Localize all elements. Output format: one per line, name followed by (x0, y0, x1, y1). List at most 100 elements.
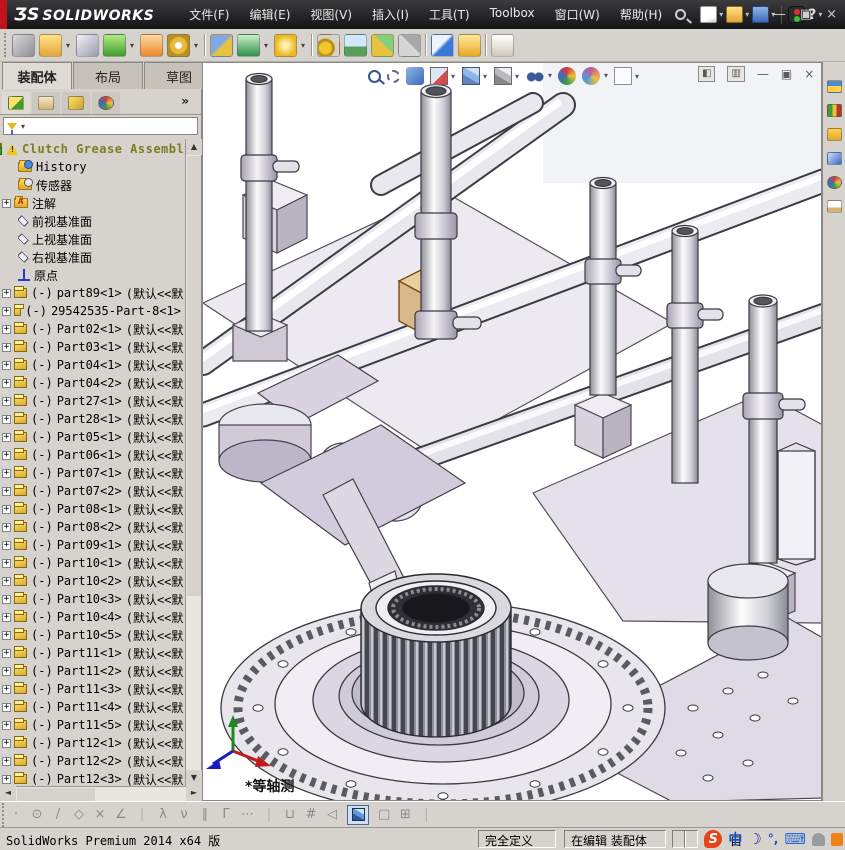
tree-part-row[interactable]: + (-) Part12<2> (默认<<默 (0, 752, 185, 770)
separator[interactable] (425, 34, 427, 56)
mate-icon[interactable] (76, 33, 99, 57)
expand-icon[interactable]: + (2, 450, 11, 460)
grid-snap-icon[interactable]: # (305, 807, 317, 822)
tree-top-plane-row[interactable]: 上视基准面 (18, 230, 185, 248)
ime-punctuation-toggle[interactable]: °, (768, 832, 779, 846)
expand-icon[interactable]: + (2, 540, 11, 550)
expand-icon[interactable]: + (2, 342, 11, 352)
viewport-layout-icon[interactable]: ⊞ (399, 807, 411, 822)
expand-icon[interactable]: + (2, 720, 11, 730)
expand-icon[interactable]: + (2, 504, 11, 514)
angle-snap-icon[interactable]: ◁ (326, 807, 338, 822)
assembly-features-icon[interactable] (274, 33, 305, 57)
pierce-relation-icon[interactable]: λ (157, 807, 169, 822)
separator[interactable]: | (420, 807, 432, 822)
separator[interactable]: | (263, 807, 275, 822)
expand-icon[interactable]: + (2, 414, 11, 424)
tree-part-row[interactable]: + (-) Part07<2> (默认<<默 (0, 482, 185, 500)
zoom-to-fit-icon[interactable] (368, 69, 381, 83)
tree-part-row[interactable]: + (-) Part09<1> (默认<<默 (0, 536, 185, 554)
restore-button[interactable]: ▣ (800, 7, 812, 22)
tree-front-plane-row[interactable]: 前视基准面 (18, 212, 185, 230)
minimize-button[interactable]: — (773, 7, 786, 22)
tree-part-row[interactable]: + (-) Part04<1> (默认<<默 (0, 356, 185, 374)
collapse-right-pane-icon[interactable]: ▥ (727, 66, 745, 82)
doc-close-button[interactable]: × (804, 67, 814, 81)
doc-restore-button[interactable]: ▣ (781, 67, 792, 81)
toolbar-grip[interactable] (4, 33, 8, 57)
smart-dimension-icon[interactable]: ⋯ (241, 807, 254, 822)
expand-icon[interactable]: + (2, 468, 11, 478)
expand-icon[interactable]: + (2, 630, 11, 640)
tree-part-row[interactable]: + (-) Part11<4> (默认<<默 (0, 698, 185, 716)
isometric-view-button[interactable] (347, 804, 369, 825)
open-dropdown-icon[interactable]: ▾ (745, 10, 749, 19)
separator[interactable] (485, 34, 487, 56)
assembly-model[interactable]: *等轴测 (203, 63, 822, 801)
display-style-icon[interactable] (494, 67, 519, 85)
tree-part-row[interactable]: + (-) Part10<2> (默认<<默 (0, 572, 185, 590)
explode-line-sketch-icon[interactable] (398, 33, 421, 57)
menu-item[interactable]: 窗口(W) (546, 3, 609, 26)
view-settings-icon[interactable] (614, 67, 639, 85)
merge-relation-icon[interactable]: ν (178, 807, 190, 822)
sketch-circle-icon[interactable]: ⊙ (31, 807, 43, 822)
zoom-to-area-icon[interactable] (387, 69, 400, 83)
manager-tab[interactable] (62, 92, 90, 114)
menu-item[interactable]: Toolbox (481, 3, 544, 26)
tree-part-row[interactable]: + (-) part89<1> (默认<<默 (0, 284, 185, 302)
expand-icon[interactable]: + (2, 612, 11, 622)
tree-filter-input[interactable]: ▾ (3, 117, 198, 135)
tree-history-row[interactable]: History (18, 158, 185, 176)
expand-icon[interactable]: + (2, 756, 11, 766)
appearance-frame-icon[interactable] (491, 33, 514, 57)
sketch-polygon-icon[interactable]: ◇ (73, 807, 85, 822)
ime-keyboard-icon[interactable]: ⌨ (784, 830, 806, 848)
tree-part-row[interactable]: + (-) Part08<2> (默认<<默 (0, 518, 185, 536)
tree-part-row[interactable]: + (-) Part12<3> (默认<<默 (0, 770, 185, 786)
expand-icon[interactable]: + (2, 396, 11, 406)
tree-vertical-scrollbar[interactable]: ▲ ▼ (185, 139, 202, 786)
expand-icon[interactable]: + (2, 576, 11, 586)
tree-root-row[interactable]: Clutch Grease Assembly (0, 140, 185, 158)
smart-fasteners-icon[interactable] (140, 33, 163, 57)
tree-part-row[interactable]: + (-) Part07<1> (默认<<默 (0, 464, 185, 482)
expand-icon[interactable]: + (2, 558, 11, 568)
section-view-icon[interactable] (430, 67, 455, 85)
task-pane-button[interactable] (825, 124, 844, 144)
new-document-icon[interactable] (700, 6, 718, 23)
rotate-component-icon[interactable] (167, 33, 198, 57)
expand-icon[interactable]: + (2, 378, 11, 388)
filter-dropdown-icon[interactable]: ▾ (21, 122, 25, 131)
tree-part-row[interactable]: + (-) Part28<1> (默认<<默 (0, 410, 185, 428)
motion-study-icon[interactable] (317, 33, 340, 57)
tree-part-row[interactable]: + (-) Part11<3> (默认<<默 (0, 680, 185, 698)
menu-item[interactable]: 编辑(E) (240, 3, 299, 26)
manager-tab[interactable] (92, 92, 120, 114)
linear-component-pattern-icon[interactable] (103, 33, 134, 57)
tree-part-row[interactable]: + (-) 29542535-Part-8<1> (0, 302, 185, 320)
tree-part-row[interactable]: + (-) Part02<1> (默认<<默 (0, 320, 185, 338)
ime-fullhalf-icon[interactable]: ☽ (748, 830, 761, 848)
apply-scene-icon[interactable] (582, 67, 608, 85)
task-pane-button[interactable] (825, 76, 844, 96)
expand-icon[interactable]: + (2, 288, 11, 298)
save-icon[interactable] (752, 6, 770, 23)
expand-icon[interactable]: + (2, 702, 11, 712)
tree-part-row[interactable]: + (-) Part12<1> (默认<<默 (0, 734, 185, 752)
tree-part-row[interactable]: + (-) Part27<1> (默认<<默 (0, 392, 185, 410)
sketch-point-icon[interactable]: · (10, 807, 22, 822)
expand-icon[interactable]: + (2, 684, 11, 694)
expand-icon[interactable]: + (2, 432, 11, 442)
tree-part-row[interactable]: + (-) Part11<2> (默认<<默 (0, 662, 185, 680)
edit-appearance-icon[interactable] (558, 67, 576, 85)
task-pane-button[interactable] (825, 196, 844, 216)
expand-icon[interactable]: + (2, 486, 11, 496)
expand-icon[interactable]: + (2, 198, 11, 208)
expand-icon[interactable]: + (2, 306, 11, 316)
open-part-icon[interactable] (39, 33, 70, 57)
scroll-right-icon[interactable]: ► (186, 786, 202, 801)
menu-item[interactable]: 帮助(H) (611, 3, 671, 26)
interference-detection-icon[interactable] (458, 33, 481, 57)
ime-skin-icon[interactable] (831, 832, 843, 846)
